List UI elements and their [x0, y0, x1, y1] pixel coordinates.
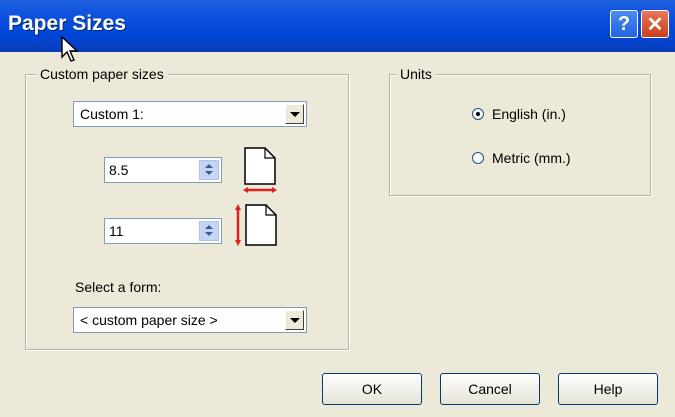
- cancel-button[interactable]: Cancel: [440, 373, 540, 405]
- ok-button[interactable]: OK: [322, 373, 422, 405]
- form-select-value: < custom paper size >: [80, 312, 218, 328]
- english-label[interactable]: English (in.): [492, 106, 566, 122]
- window-title: Paper Sizes: [8, 12, 126, 35]
- height-spinner[interactable]: [199, 221, 219, 241]
- spin-down-icon[interactable]: [205, 171, 213, 175]
- height-input[interactable]: 11: [104, 218, 222, 244]
- spin-up-icon[interactable]: [205, 164, 213, 168]
- chevron-down-icon[interactable]: [285, 104, 304, 124]
- close-icon: ✕: [646, 13, 664, 36]
- select-form-label: Select a form:: [75, 279, 162, 295]
- height-value: 11: [109, 223, 124, 239]
- form-select[interactable]: < custom paper size >: [73, 307, 307, 333]
- chevron-down-icon[interactable]: [285, 310, 304, 330]
- metric-radio[interactable]: [472, 152, 484, 164]
- width-input[interactable]: 8.5: [104, 157, 222, 183]
- paper-height-icon: [235, 204, 277, 246]
- spin-down-icon[interactable]: [205, 232, 213, 236]
- help-button[interactable]: Help: [558, 373, 658, 405]
- spin-up-icon[interactable]: [205, 225, 213, 229]
- question-icon: ?: [617, 12, 631, 35]
- english-radio[interactable]: [472, 108, 484, 120]
- paper-width-icon: [243, 147, 277, 193]
- metric-label[interactable]: Metric (mm.): [492, 150, 571, 166]
- paper-size-value: Custom 1:: [80, 106, 144, 122]
- paper-size-select[interactable]: Custom 1:: [73, 101, 307, 127]
- width-value: 8.5: [109, 162, 129, 178]
- units-group: Units: [389, 66, 651, 196]
- ok-button-label: OK: [361, 381, 383, 397]
- units-label: Units: [396, 66, 436, 82]
- title-bar[interactable]: Paper Sizes ? ✕: [0, 0, 675, 52]
- width-spinner[interactable]: [199, 160, 219, 180]
- mouse-cursor-icon: [61, 35, 79, 62]
- help-title-button[interactable]: ?: [610, 10, 638, 38]
- cancel-button-label: Cancel: [468, 381, 512, 397]
- help-button-label: Help: [593, 381, 623, 397]
- close-button[interactable]: ✕: [641, 10, 669, 38]
- custom-paper-sizes-label: Custom paper sizes: [36, 66, 168, 82]
